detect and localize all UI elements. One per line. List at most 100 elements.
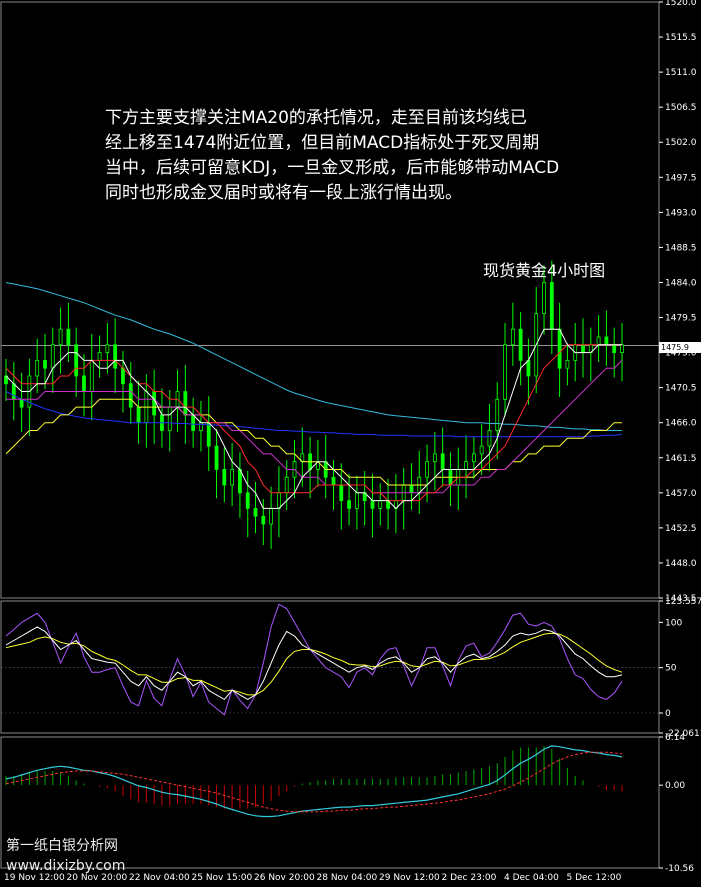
candle-body <box>495 398 500 431</box>
y-tick-label: 6.14 <box>665 733 685 743</box>
candle-body <box>136 406 141 424</box>
y-tick-label: 1479.5 <box>665 314 697 324</box>
candle-body <box>284 476 289 494</box>
annotation-line: 经上移至1474附近位置，但目前MACD指标处于死叉周期 <box>105 133 540 153</box>
candle-body <box>549 282 554 330</box>
candle-body <box>74 344 79 377</box>
candle-body <box>11 383 16 400</box>
candle-body <box>191 414 196 431</box>
candle-body <box>128 383 133 408</box>
kdj-panel <box>1 603 659 716</box>
y-tick-label: 1448.0 <box>665 559 697 569</box>
ma60-line <box>5 398 622 486</box>
candle-body <box>347 500 351 509</box>
x-tick-label: 29 Nov 12:00 <box>379 873 440 883</box>
candle-body <box>97 352 102 361</box>
ma120-line <box>5 391 623 438</box>
candle-body <box>331 476 336 486</box>
chart-subtitle: 现货黄金4小时图 <box>483 261 606 280</box>
y-tick-label: 0 <box>665 709 671 719</box>
candle-body <box>183 391 188 416</box>
candle-body <box>409 484 414 494</box>
y-tick-label: 1511.0 <box>665 68 697 78</box>
macd-panel <box>5 745 623 818</box>
y-tick-label: 1515.5 <box>665 33 697 43</box>
current-price-label: 1475.9 <box>659 342 701 353</box>
analysis-annotation: 下方主要支撑关注MA20的承托情况，走至目前该均线已 经上移至1474附近位置，… <box>105 106 645 206</box>
candle-body <box>222 469 227 486</box>
candle-body <box>152 391 157 416</box>
candle-body <box>425 461 429 478</box>
candle-body <box>440 453 445 470</box>
candle-body <box>245 492 250 509</box>
y-tick-label: 1457.0 <box>665 489 697 499</box>
y-tick-label: 1461.5 <box>665 454 697 464</box>
candle-body <box>464 461 468 470</box>
x-tick-label: 28 Nov 04:00 <box>317 873 378 883</box>
x-tick-label: 2 Dec 23:00 <box>442 873 497 883</box>
candle-body <box>370 500 375 509</box>
candle-body <box>354 492 359 509</box>
annotation-line: 当中，后续可留意KDJ，一旦金叉形成，后市能够带动MACD <box>105 158 560 178</box>
watermark: 第一纸白银分析网 www.dixizby.com <box>6 836 125 876</box>
candle-body <box>206 422 211 447</box>
y-tick-label: -10.56 <box>665 864 694 874</box>
y-tick-label: 1466.0 <box>665 419 697 429</box>
candle-body <box>121 367 125 385</box>
watermark-line: 第一纸白银分析网 <box>6 838 118 854</box>
candle-body <box>19 398 24 408</box>
candle-body <box>581 344 585 353</box>
candle-body <box>339 484 344 502</box>
candle-body <box>620 344 624 353</box>
watermark-line: www.dixizby.com <box>6 858 126 874</box>
kdj-d-line <box>5 632 623 696</box>
y-tick-label: 1497.5 <box>665 173 697 183</box>
x-tick-label: 25 Nov 15:00 <box>192 873 253 883</box>
x-tick-label: 5 Dec 12:00 <box>567 873 622 883</box>
candle-body <box>471 453 476 463</box>
candle-body <box>503 344 507 400</box>
candle-body <box>238 469 242 494</box>
candle-body <box>82 375 86 392</box>
candle-body <box>66 328 71 346</box>
candle-body <box>50 344 55 369</box>
candle-body <box>378 500 383 509</box>
candle-body <box>253 508 258 517</box>
candle-body <box>510 328 515 346</box>
panel-border <box>0 1 660 599</box>
candle-body <box>487 430 492 447</box>
x-tick-label: 4 Dec 04:00 <box>504 873 559 883</box>
y-tick-label: 0.00 <box>665 781 685 791</box>
candle-body <box>43 359 47 369</box>
price-panel <box>1 260 659 549</box>
y-tick-label: 100 <box>665 618 682 628</box>
y-tick-label: 1484.0 <box>665 278 697 288</box>
y-tick-label: 123.5573 <box>665 597 701 607</box>
ma20-line <box>6 360 623 494</box>
annotation-line: 下方主要支撑关注MA20的承托情况，走至目前该均线已 <box>105 108 527 128</box>
candle-body <box>214 445 219 470</box>
candle-body <box>167 406 172 431</box>
y-tick-label: 50 <box>665 664 677 674</box>
candle-body <box>277 492 281 509</box>
candle-body <box>269 508 274 525</box>
candle-body <box>432 453 437 463</box>
y-tick-label: 1452.5 <box>665 524 697 534</box>
y-tick-label: 1502.0 <box>665 138 697 148</box>
kdj-j-line <box>5 603 623 716</box>
candle-body <box>596 336 601 346</box>
candle-body <box>230 469 235 486</box>
candle-body <box>557 328 562 369</box>
candle-body <box>526 359 531 377</box>
candle-body <box>479 445 484 455</box>
y-tick-label: 1493.0 <box>665 208 697 218</box>
candle-body <box>58 328 63 346</box>
candle-body <box>105 344 110 353</box>
candle-body <box>565 359 570 369</box>
y-tick-label: 1470.5 <box>665 384 697 394</box>
candle-body <box>89 359 94 392</box>
candle-body <box>612 344 617 353</box>
x-tick-label: 26 Nov 20:00 <box>254 873 315 883</box>
y-tick-label: 1520.0 <box>665 0 697 8</box>
x-tick-label: 22 Nov 04:00 <box>129 873 190 883</box>
